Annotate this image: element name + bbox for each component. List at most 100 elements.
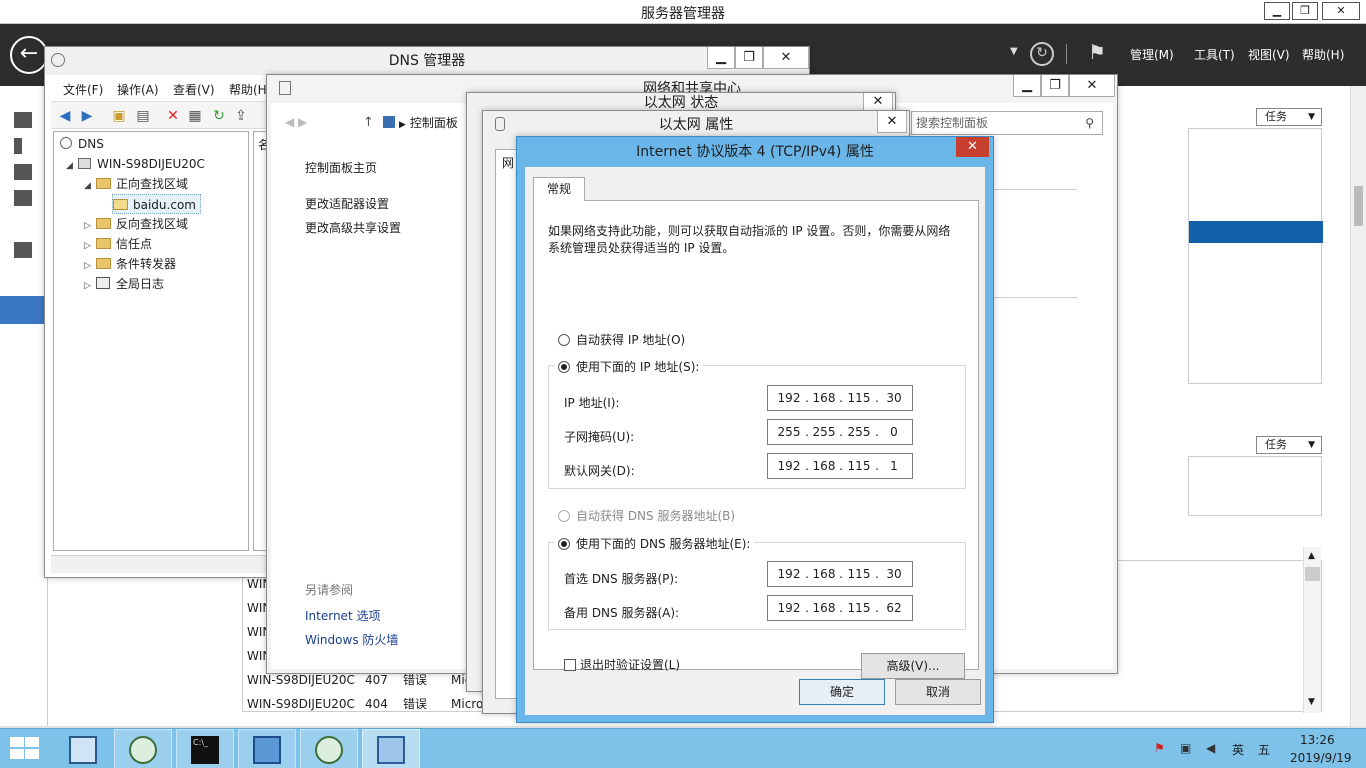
notification-flag-icon[interactable]: ⚑ [1088, 40, 1106, 64]
ok-button[interactable]: 确定 [799, 679, 885, 705]
tree-item-server[interactable]: ◢ WIN-S98DIJEU20C [66, 154, 205, 174]
properties-icon[interactable]: ▦ [187, 108, 203, 124]
menu-manage[interactable]: 管理(M) [1130, 46, 1174, 63]
cancel-button[interactable]: 取消 [895, 679, 981, 705]
close-button[interactable]: ✕ [1322, 2, 1360, 20]
up-folder-icon[interactable]: ▣ [111, 108, 127, 124]
back-icon[interactable]: ◀ ▶ [285, 115, 307, 129]
scrollbar-thumb[interactable] [1354, 186, 1363, 226]
menu-file[interactable]: 文件(F) [63, 81, 103, 98]
taskbar-network-adapter[interactable] [300, 729, 358, 768]
scrollbar-thumb[interactable] [1305, 567, 1320, 581]
close-button[interactable]: ✕ [863, 93, 893, 111]
tree-item-global-logs[interactable]: ▷ 全局日志 [84, 274, 164, 294]
expand-icon[interactable]: ▷ [84, 256, 96, 276]
taskbar-dns-manager[interactable] [114, 729, 172, 768]
close-button[interactable]: ✕ [1069, 75, 1115, 97]
preferred-dns-field[interactable]: 192. 168. 115. 30 [767, 561, 913, 587]
forward-icon[interactable]: ▶ [79, 108, 95, 124]
ip-address-field[interactable]: 192. 168. 115. 30 [767, 385, 913, 411]
subnet-mask-field[interactable]: 255. 255. 255. 0 [767, 419, 913, 445]
action-center-icon[interactable]: ⚑ [1154, 741, 1165, 755]
tree-item-trust-points[interactable]: ▷ 信任点 [84, 234, 152, 254]
scroll-up-icon[interactable]: ▲ [1308, 551, 1315, 561]
local-server-icon[interactable] [14, 138, 22, 154]
scrollbar[interactable] [1350, 86, 1366, 726]
delete-icon[interactable]: ✕ [165, 108, 181, 124]
selected-row[interactable] [1189, 221, 1323, 243]
radio-button[interactable] [558, 334, 570, 346]
minimize-button[interactable]: ▁ [1013, 75, 1041, 97]
link-internet-options[interactable]: Internet 选项 [305, 607, 380, 624]
link-change-adapter[interactable]: 更改适配器设置 [305, 195, 389, 212]
link-windows-firewall[interactable]: Windows 防火墙 [305, 631, 398, 648]
tree-item-dns[interactable]: DNS [60, 134, 104, 154]
all-servers-icon[interactable] [14, 164, 32, 180]
tree-item-zone-selected[interactable]: baidu.com [112, 194, 201, 214]
dashboard-icon[interactable] [14, 112, 32, 128]
start-button[interactable] [8, 737, 40, 761]
tree-item-conditional-forwarders[interactable]: ▷ 条件转发器 [84, 254, 176, 274]
menu-view[interactable]: 视图(V) [1248, 46, 1290, 63]
minimize-button[interactable]: ▁ [1264, 2, 1290, 20]
expand-icon[interactable]: ▷ [84, 276, 96, 296]
maximize-button[interactable]: ❐ [1041, 75, 1069, 97]
export-icon[interactable]: ⇪ [233, 108, 249, 124]
iis-icon[interactable] [14, 242, 32, 258]
minimize-button[interactable]: ▁ [707, 47, 735, 69]
taskbar-server-manager[interactable] [54, 729, 112, 768]
clock-time[interactable]: 13:26 [1300, 733, 1335, 747]
back-arrow-icon[interactable]: ← [10, 36, 48, 74]
ime-language[interactable]: 英 [1232, 741, 1244, 758]
link-advanced-sharing[interactable]: 更改高级共享设置 [305, 219, 401, 236]
search-input[interactable]: 搜索控制面板 ⚲ [911, 111, 1103, 135]
gateway-field[interactable]: 192. 168. 115. 1 [767, 453, 913, 479]
taskbar-command-prompt[interactable]: C:\_ [176, 729, 234, 768]
network-status-icon[interactable]: ▣ [1180, 741, 1191, 755]
ime-mode[interactable]: 五 [1258, 741, 1270, 758]
refresh-icon[interactable]: ↻ [1030, 42, 1054, 66]
tree-item-forward-zones[interactable]: ◢ 正向查找区域 [84, 174, 188, 194]
clock-date[interactable]: 2019/9/19 [1290, 751, 1352, 765]
taskbar-control-panel-active[interactable] [362, 729, 420, 768]
tab-networking[interactable]: 网 [502, 154, 514, 171]
show-hide-tree-icon[interactable]: ▤ [135, 108, 151, 124]
expand-icon[interactable]: ▷ [84, 236, 96, 256]
menu-tools[interactable]: 工具(T) [1194, 46, 1235, 63]
radio-manual-ip[interactable]: 使用下面的 IP 地址(S): [554, 358, 704, 376]
alternate-dns-field[interactable]: 192. 168. 115. 62 [767, 595, 913, 621]
back-icon[interactable]: ◀ [57, 108, 73, 124]
close-button[interactable]: ✕ [763, 47, 809, 69]
scroll-down-icon[interactable]: ▼ [1308, 697, 1315, 707]
chevron-down-icon[interactable]: ▼ [1010, 46, 1018, 57]
collapse-icon[interactable]: ◢ [66, 156, 78, 176]
radio-auto-ip[interactable]: 自动获得 IP 地址(O) [558, 331, 685, 349]
radio-button-selected[interactable] [558, 361, 570, 373]
volume-muted-icon[interactable]: ◀ [1206, 741, 1215, 755]
tree-item-reverse-zones[interactable]: ▷ 反向查找区域 [84, 214, 188, 234]
menu-view[interactable]: 查看(V) [173, 81, 215, 98]
taskbar-network-center[interactable] [238, 729, 296, 768]
tab-general[interactable]: 常规 [533, 177, 585, 201]
radio-button-selected[interactable] [558, 538, 570, 550]
tasks-dropdown[interactable]: 任务 ▼ [1256, 108, 1322, 126]
close-button[interactable]: ✕ [877, 111, 907, 133]
validate-on-exit-checkbox[interactable]: 退出时验证设置(L) [564, 656, 680, 674]
nav-item-dns-selected[interactable] [0, 296, 48, 324]
menu-help[interactable]: 帮助(H) [1302, 46, 1344, 63]
tasks-dropdown-2[interactable]: 任务 ▼ [1256, 436, 1322, 454]
expand-icon[interactable]: ▷ [84, 216, 96, 236]
refresh-icon[interactable]: ↻ [211, 108, 227, 124]
collapse-icon[interactable]: ◢ [84, 176, 96, 196]
menu-action[interactable]: 操作(A) [117, 81, 159, 98]
advanced-button[interactable]: 高级(V)... [861, 653, 965, 679]
link-control-panel-home[interactable]: 控制面板主页 [305, 159, 377, 176]
maximize-button[interactable]: ❐ [735, 47, 763, 69]
file-services-icon[interactable] [14, 190, 32, 206]
checkbox[interactable] [564, 659, 576, 671]
maximize-button[interactable]: ❐ [1292, 2, 1318, 20]
up-arrow-icon[interactable]: ↑ [363, 115, 374, 130]
radio-manual-dns[interactable]: 使用下面的 DNS 服务器地址(E): [554, 535, 755, 553]
close-button[interactable]: ✕ [956, 137, 989, 157]
table-scrollbar[interactable]: ▲ ▼ [1303, 547, 1321, 713]
